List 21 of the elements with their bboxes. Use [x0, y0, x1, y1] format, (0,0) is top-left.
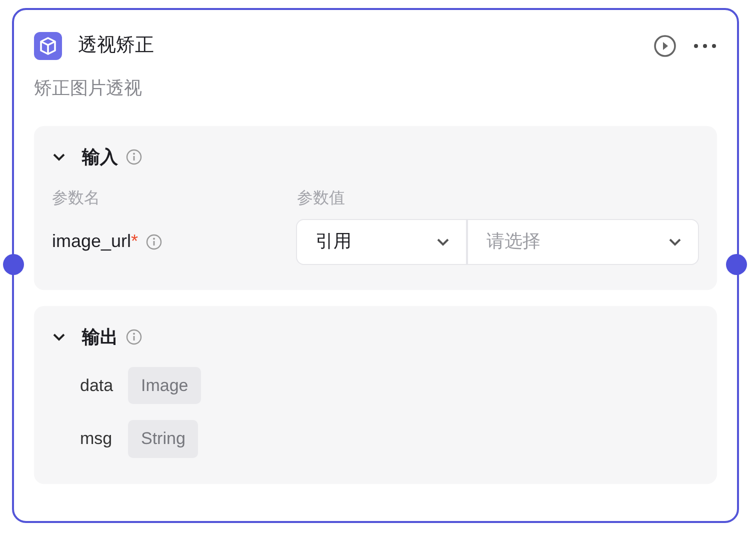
required-mark: *: [131, 230, 138, 253]
column-header: 参数值: [297, 188, 345, 208]
connection-port[interactable]: [726, 254, 747, 275]
node-description: 矫正图片透视: [34, 76, 143, 100]
info-icon[interactable]: [146, 234, 162, 250]
section-title: 输入: [82, 146, 118, 168]
cube-icon: [34, 32, 62, 60]
more-icon[interactable]: [693, 43, 717, 50]
field-name: msg: [80, 428, 114, 450]
section-title: 输出: [82, 326, 118, 348]
type-tag: Image: [128, 366, 202, 404]
field-name: data: [80, 374, 114, 396]
node-title: 透视矫正: [78, 34, 154, 58]
play-icon[interactable]: [653, 34, 677, 58]
type-tag: String: [128, 420, 198, 458]
info-icon[interactable]: [126, 329, 142, 345]
info-icon[interactable]: [126, 149, 142, 165]
column-header: 参数名: [52, 188, 101, 208]
connection-port[interactable]: [3, 254, 24, 275]
source-dropdown[interactable]: 引用: [297, 220, 468, 264]
param-name: image_url: [52, 230, 132, 253]
